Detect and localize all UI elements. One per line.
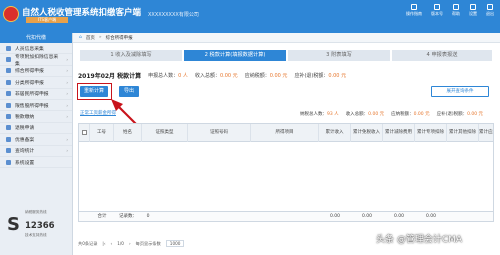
tab-normal-salary[interactable]: 正常工资薪金所得 [80,110,116,116]
col-name[interactable]: 姓名 [114,124,142,142]
stats-income: 0.00 元 [368,112,385,117]
stats-payable-label: 应纳税额： [391,112,414,117]
watermark-text: 头条 @管理会计CMA [376,235,463,245]
prev-page-icon[interactable]: ‹ [111,241,113,246]
salary-stats: 纳税总人数：93 人 收入总额：0.00 元 应纳税额：0.00 元 应补(退)… [300,111,483,117]
col-emp-no[interactable]: 工号 [90,124,114,142]
col-cum-special[interactable]: 累计专项扣除 [415,124,447,142]
col-id-number[interactable]: 证照号码 [188,124,251,142]
col-cum-tax[interactable]: 累计应纳税 [479,124,493,142]
col-cum-other[interactable]: 累计其他扣除 [447,124,479,142]
col-cum-income[interactable]: 累计收入 [319,124,351,142]
stats-refund: 0.00 元 [467,112,484,117]
page-size-label: 每页显示条数 [135,240,161,246]
record-count-label: 记录数： [119,214,137,219]
first-page-icon[interactable]: |‹ [102,241,105,246]
total-cum-deduct: 0.00 [393,214,405,219]
taxpayer-count-label: 纳税总人数： [300,112,327,117]
col-income-item[interactable]: 所得项目 [251,124,319,142]
table-header: 工号 姓名 证照类型 证照号码 所得项目 累计收入 累计免税收入 累计减除费用 … [79,124,493,142]
stats-refund-label: 应补(退)税额： [436,112,468,117]
next-page-icon[interactable]: › [129,241,131,246]
tax-calc-table: 工号 姓名 证照类型 证照号码 所得项目 累计收入 累计免税收入 累计减除费用 … [78,123,494,222]
stats-payable: 0.00 元 [413,112,430,117]
select-all-checkbox[interactable] [82,130,87,135]
record-summary: 共0条记录 [78,240,98,246]
table-total-row: 合计 记录数： 0 0.00 0.00 0.00 0.00 [79,211,493,221]
page-indicator: 1/0 [117,241,124,246]
total-cum-exempt: 0.00 [361,214,373,219]
col-cum-exempt[interactable]: 累计免税收入 [351,124,383,142]
col-cum-deduct[interactable]: 累计减除费用 [383,124,415,142]
col-id-type[interactable]: 证照类型 [142,124,188,142]
header-select [79,124,90,142]
total-cum-income: 0.00 [329,214,341,219]
total-label: 合计 [97,214,107,219]
record-count: 0 [146,214,150,219]
taxpayer-count: 93 人 [327,112,339,117]
total-cum-special: 0.00 [425,214,437,219]
pagination: 共0条记录 |‹ ‹ 1/0 › 每页显示条数 1000 [78,240,185,247]
page-size-select[interactable]: 1000 [165,240,185,247]
stats-income-label: 收入总额： [345,112,369,117]
